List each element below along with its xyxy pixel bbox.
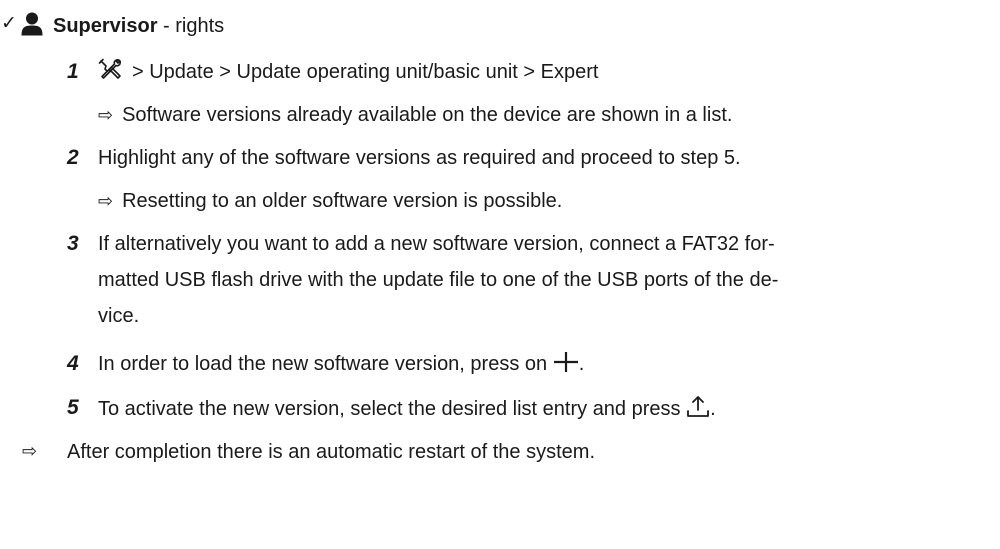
- step-number: 4: [67, 352, 79, 375]
- step-number: 5: [67, 396, 79, 419]
- result-text: Software versions already available on t…: [122, 104, 733, 126]
- step-text-line: If alternatively you want to add a new s…: [98, 233, 775, 255]
- person-icon: [21, 12, 43, 36]
- role-suffix: - rights: [157, 15, 225, 37]
- menu-path: > Update > Update operating unit/basic u…: [132, 61, 599, 83]
- step-number: 1: [67, 60, 79, 83]
- step-text: In order to load the new software versio…: [98, 350, 584, 378]
- tools-icon: [98, 58, 122, 79]
- step-text-after: .: [578, 353, 585, 375]
- step-result: ⇨ Software versions already available on …: [98, 101, 732, 130]
- instruction-page: ✓ Supervisor - rights 1 > Update > Updat…: [0, 0, 1000, 549]
- result-arrow-icon: ⇨: [98, 191, 114, 212]
- step-text-after: .: [710, 398, 716, 420]
- plus-icon: [553, 352, 578, 372]
- result-text: Resetting to an older software version i…: [122, 190, 563, 212]
- step-text-before: In order to load the new software versio…: [98, 353, 553, 375]
- step-text: To activate the new version, select the …: [98, 394, 716, 423]
- requirement-line: Supervisor - rights: [53, 12, 224, 40]
- step-text-before: To activate the new version, select the …: [98, 398, 687, 420]
- step-text: Highlight any of the software versions a…: [98, 147, 741, 169]
- role-label: Supervisor: [53, 15, 158, 37]
- step-text-line: vice.: [98, 305, 140, 327]
- result-arrow-icon: ⇨: [98, 105, 114, 126]
- check-icon: ✓: [1, 12, 17, 34]
- step-text-line: matted USB flash drive with the update f…: [98, 269, 779, 291]
- step-number: 2: [67, 146, 79, 169]
- step-result: ⇨ Resetting to an older software version …: [98, 187, 562, 216]
- upload-icon: [687, 396, 709, 417]
- step-number: 3: [67, 232, 79, 255]
- final-result-text: After completion there is an automatic r…: [67, 441, 596, 463]
- step-text: > Update > Update operating unit/basic u…: [98, 58, 598, 86]
- result-arrow-icon: ⇨: [22, 441, 38, 462]
